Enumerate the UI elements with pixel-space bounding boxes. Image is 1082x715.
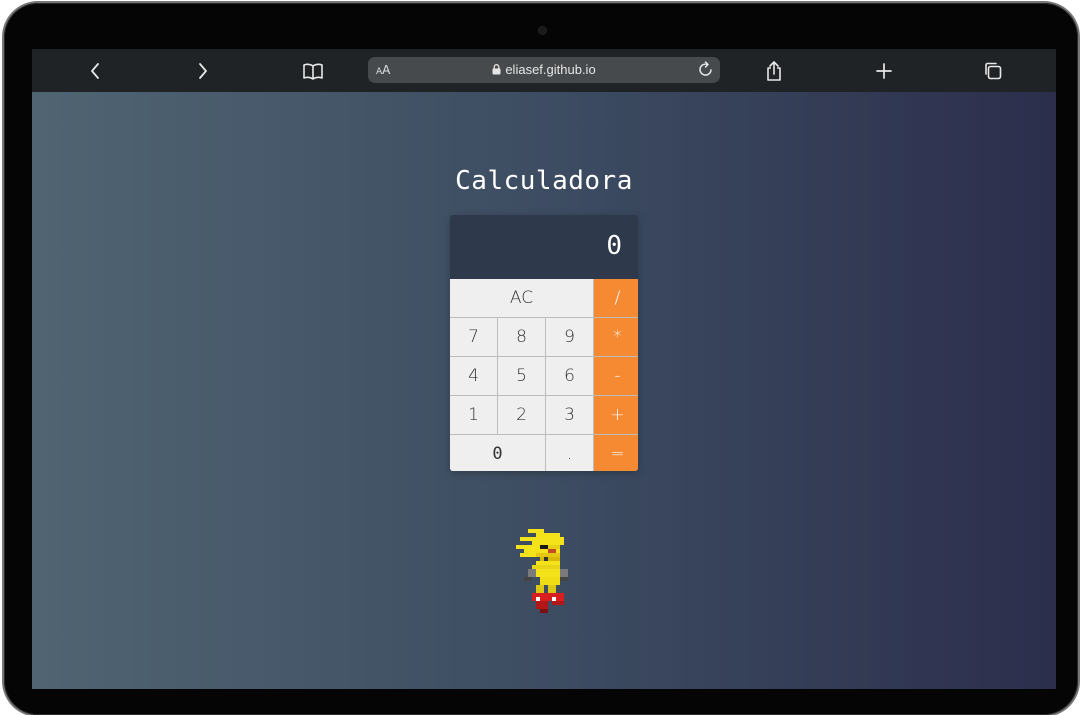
plus-button[interactable]: + xyxy=(594,396,638,434)
new-tab-icon xyxy=(876,63,892,79)
digit-7-button[interactable]: 7 xyxy=(450,318,497,356)
forward-icon xyxy=(199,63,207,79)
digit-4-button[interactable]: 4 xyxy=(450,357,497,395)
new-tab-button[interactable] xyxy=(869,57,899,85)
back-icon xyxy=(91,63,99,79)
digit-3-button[interactable]: 3 xyxy=(546,396,593,434)
pixel-character-sprite xyxy=(516,529,568,613)
minus-button[interactable]: - xyxy=(594,357,638,395)
tabs-button[interactable] xyxy=(978,57,1008,85)
tabs-icon xyxy=(985,62,1002,80)
reload-icon[interactable] xyxy=(698,61,714,78)
clear-button[interactable]: AC xyxy=(450,279,593,317)
url-text: eliasef.github.io xyxy=(505,62,596,77)
bookmarks-icon xyxy=(303,63,323,80)
calculator: 0 AC / 7 8 9 * 4 5 6 - 1 2 3 + 0 . = xyxy=(450,215,638,471)
tablet-frame: AA eliasef.github.io Calculadora 0 AC / … xyxy=(4,3,1078,715)
divide-button[interactable]: / xyxy=(594,279,638,317)
browser-toolbar: AA eliasef.github.io xyxy=(32,49,1056,92)
back-button[interactable] xyxy=(80,57,110,85)
web-page: Calculadora 0 AC / 7 8 9 * 4 5 6 - 1 2 3 xyxy=(32,92,1056,689)
decimal-button[interactable]: . xyxy=(546,435,593,471)
calculator-keypad: AC / 7 8 9 * 4 5 6 - 1 2 3 + 0 . = xyxy=(450,279,638,471)
share-icon xyxy=(767,61,781,81)
camera-dot xyxy=(539,27,546,34)
forward-button[interactable] xyxy=(188,57,218,85)
screen: AA eliasef.github.io Calculadora 0 AC / … xyxy=(32,49,1056,689)
digit-2-button[interactable]: 2 xyxy=(498,396,545,434)
multiply-button[interactable]: * xyxy=(594,318,638,356)
lock-icon xyxy=(492,64,501,75)
bookmarks-button[interactable] xyxy=(298,57,328,85)
equals-button[interactable]: = xyxy=(594,435,638,471)
digit-8-button[interactable]: 8 xyxy=(498,318,545,356)
share-button[interactable] xyxy=(759,57,789,85)
address-bar[interactable]: AA eliasef.github.io xyxy=(368,57,720,83)
digit-1-button[interactable]: 1 xyxy=(450,396,497,434)
digit-6-button[interactable]: 6 xyxy=(546,357,593,395)
calculator-display: 0 xyxy=(450,215,638,279)
digit-0-button[interactable]: 0 xyxy=(450,435,545,471)
page-title: Calculadora xyxy=(455,166,633,196)
digit-9-button[interactable]: 9 xyxy=(546,318,593,356)
digit-5-button[interactable]: 5 xyxy=(498,357,545,395)
